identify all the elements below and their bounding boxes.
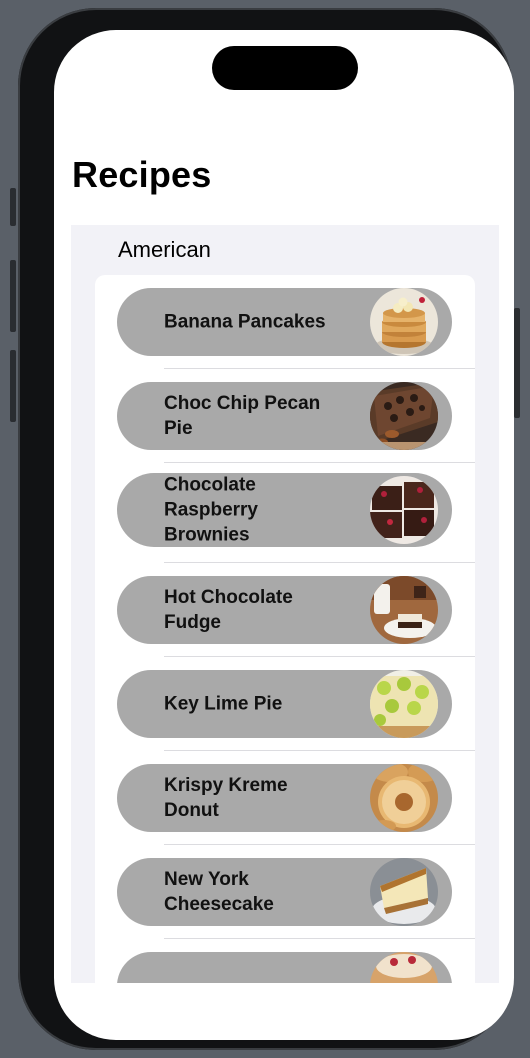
recipe-name: Choc Chip Pecan Pie [164, 393, 321, 439]
recipe-row-button[interactable]: Krispy Kreme Donut [117, 764, 452, 832]
app-screen: Recipes American Banana Pancakes Choc Ch… [54, 30, 514, 1040]
list-item[interactable]: New York Cheesecake [95, 845, 475, 939]
device-volume-up-button [10, 260, 16, 332]
list-item[interactable]: Chocolate Raspberry Brownies [95, 463, 475, 563]
recipe-name: Key Lime Pie [164, 693, 283, 715]
cheesecake-photo [370, 858, 438, 926]
recipe-row-button[interactable]: Key Lime Pie [117, 670, 452, 738]
phone-frame: Recipes American Banana Pancakes Choc Ch… [18, 8, 514, 1050]
section-header-american: American [118, 237, 211, 262]
recipe-name: Hot Chocolate Fudge [164, 587, 293, 633]
brownies-photo [370, 476, 438, 544]
recipe-row-button[interactable]: Banana Pancakes [117, 288, 452, 356]
device-power-button [514, 308, 520, 418]
recipe-name: New York Cheesecake [164, 869, 274, 915]
fudge-photo [370, 576, 438, 644]
device-volume-down-button [10, 350, 16, 422]
recipe-name: Chocolate Raspberry Brownies [164, 474, 258, 546]
recipe-row-button[interactable]: Chocolate Raspberry Brownies [117, 473, 452, 547]
list-item[interactable]: Key Lime Pie [95, 657, 475, 751]
list-item[interactable] [95, 939, 475, 983]
list-item[interactable]: Krispy Kreme Donut [95, 751, 475, 845]
device-action-button [10, 188, 16, 226]
partial-recipe-photo [370, 952, 438, 983]
recipe-name: Krispy Kreme Donut [164, 775, 288, 821]
recipe-row-button[interactable]: New York Cheesecake [117, 858, 452, 926]
list-item[interactable]: Hot Chocolate Fudge [95, 563, 475, 657]
pecan-pie-photo [370, 382, 438, 450]
recipe-name: Banana Pancakes [164, 311, 326, 333]
key-lime-pie-photo [370, 670, 438, 738]
recipe-row-button[interactable] [117, 952, 452, 983]
list-item[interactable]: Choc Chip Pecan Pie [95, 369, 475, 463]
recipe-list[interactable]: American Banana Pancakes Choc Chip Pecan… [71, 225, 499, 983]
banana-pancakes-photo [370, 288, 438, 356]
donut-photo [370, 764, 438, 832]
recipe-row-button[interactable]: Hot Chocolate Fudge [117, 576, 452, 644]
page-title: Recipes [72, 154, 212, 195]
recipe-row-button[interactable]: Choc Chip Pecan Pie [117, 382, 452, 450]
dynamic-island [212, 46, 358, 90]
list-item[interactable]: Banana Pancakes [95, 275, 475, 369]
recipe-list-section: Banana Pancakes Choc Chip Pecan Pie Choc… [95, 275, 475, 983]
